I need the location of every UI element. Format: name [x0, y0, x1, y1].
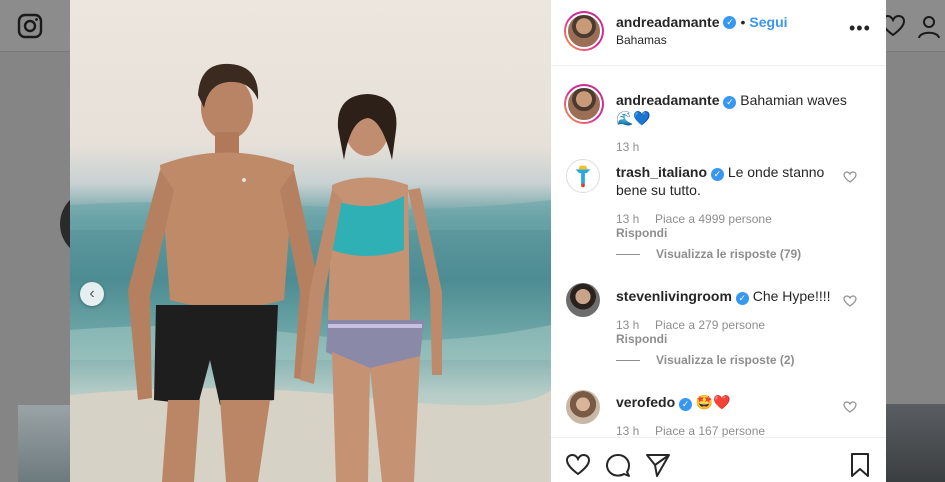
instagram-icon[interactable]: [17, 13, 43, 39]
verified-icon: ✓: [735, 292, 749, 305]
comment-text: Che Hype!!!!: [752, 288, 831, 304]
comment-body: trash_italiano ✓ Le onde stanno bene su …: [616, 163, 841, 199]
background-thumbnail: [18, 405, 70, 482]
comment-like-heart-icon[interactable]: [843, 294, 857, 308]
reply-button[interactable]: Rispondi: [616, 332, 667, 346]
caption-username[interactable]: andreadamante: [616, 92, 719, 108]
verified-icon: ✓: [723, 96, 737, 109]
comment-likes[interactable]: Piace a 167 persone: [655, 424, 765, 437]
comment-username[interactable]: verofedo: [616, 394, 675, 410]
reply-button[interactable]: Rispondi: [616, 226, 667, 240]
separator-dot: •: [740, 14, 746, 30]
follow-button[interactable]: Segui: [749, 14, 787, 30]
comment-avatar[interactable]: [566, 390, 600, 424]
comment-username[interactable]: trash_italiano: [616, 164, 707, 180]
comment-body: verofedo ✓ 🤩❤️: [616, 393, 841, 411]
comment-time[interactable]: 13 h: [616, 424, 639, 437]
caption: andreadamante ✓ Bahamian waves 🌊💙: [616, 91, 876, 127]
comment-text: 🤩❤️: [695, 394, 731, 410]
post-side-panel: andreadamante ✓ • Segui Bahamas ••• andr…: [551, 0, 886, 482]
chevron-left-icon: ‹: [89, 285, 95, 302]
post-photo[interactable]: ‹: [70, 0, 551, 482]
post-actions-bar: [551, 437, 886, 482]
comment-time[interactable]: 13 h: [616, 212, 639, 226]
comment-text: bene su tutto.: [616, 182, 701, 198]
comment-like-heart-icon[interactable]: [843, 400, 857, 414]
caption-time[interactable]: 13 h: [616, 140, 639, 154]
author-line: andreadamante ✓ • Segui: [616, 14, 788, 30]
comment-avatar[interactable]: [566, 283, 600, 317]
comment-body: stevenlivingroom ✓ Che Hype!!!!: [616, 287, 841, 305]
comment-username[interactable]: stevenlivingroom: [616, 288, 732, 304]
post-modal: ‹ andreadamante ✓ • Segui Bahamas ••• an…: [70, 0, 886, 482]
post-photo-illustration: [70, 63, 551, 482]
background-thumbnail: [886, 404, 945, 482]
comment-avatar[interactable]: [566, 159, 600, 193]
comment-text: Le onde stanno: [727, 164, 825, 180]
comments-list[interactable]: andreadamante ✓ Bahamian waves 🌊💙 13 h t…: [551, 67, 886, 437]
comment-like-heart-icon[interactable]: [843, 170, 857, 184]
post-header: andreadamante ✓ • Segui Bahamas •••: [551, 0, 886, 66]
verified-icon: ✓: [723, 15, 737, 29]
divider-line: [616, 359, 640, 361]
more-options-icon[interactable]: •••: [849, 18, 871, 39]
comment-likes[interactable]: Piace a 4999 persone: [655, 212, 772, 226]
view-replies-label: Visualizza le risposte (79): [656, 247, 802, 261]
carousel-prev-button[interactable]: ‹: [80, 282, 104, 306]
comment-icon[interactable]: [605, 452, 631, 478]
verified-icon: ✓: [679, 398, 693, 411]
divider-line: [616, 253, 640, 255]
author-avatar[interactable]: [564, 11, 604, 51]
trash-italiano-logo: [575, 165, 591, 188]
share-icon[interactable]: [645, 452, 671, 478]
view-replies-button[interactable]: Visualizza le risposte (79): [616, 247, 801, 261]
caption-emoji: 🌊💙: [616, 110, 651, 126]
comment-likes[interactable]: Piace a 279 persone: [655, 318, 765, 332]
caption-avatar[interactable]: [564, 84, 604, 124]
bookmark-icon[interactable]: [847, 452, 873, 478]
caption-text: Bahamian waves: [740, 92, 847, 108]
verified-icon: ✓: [710, 168, 724, 181]
comment-time[interactable]: 13 h: [616, 318, 639, 332]
view-replies-label: Visualizza le risposte (2): [656, 353, 795, 367]
profile-icon[interactable]: [916, 13, 942, 39]
post-location[interactable]: Bahamas: [616, 33, 667, 47]
author-username[interactable]: andreadamante: [616, 14, 719, 30]
view-replies-button[interactable]: Visualizza le risposte (2): [616, 353, 795, 367]
heart-icon[interactable]: [565, 452, 591, 478]
